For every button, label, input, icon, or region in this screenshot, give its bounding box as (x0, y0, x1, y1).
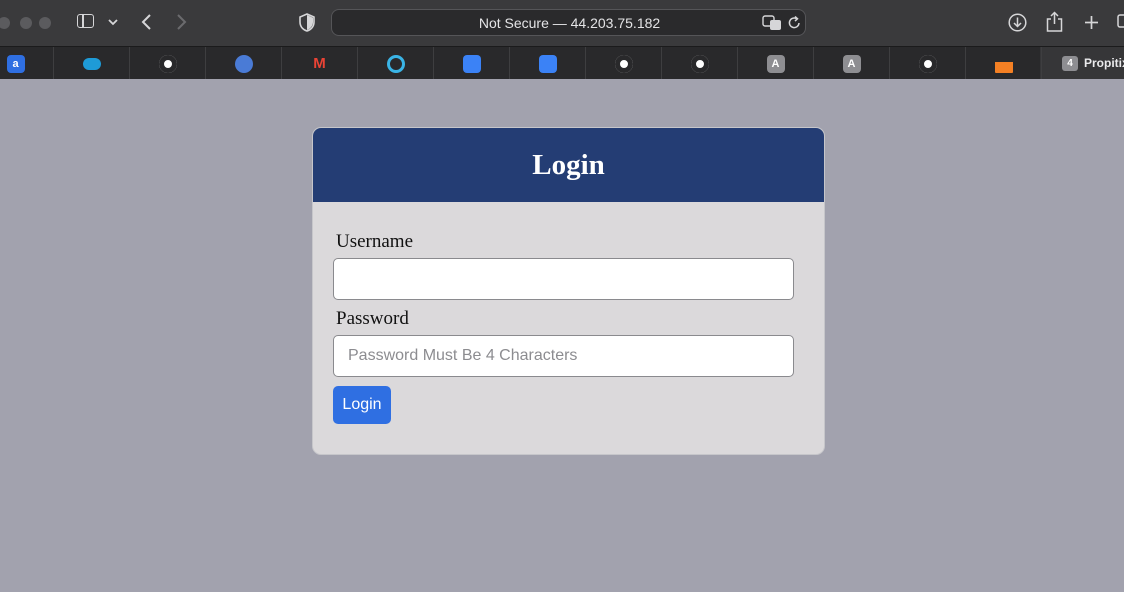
circle-icon (386, 55, 405, 73)
shield-icon[interactable] (299, 13, 315, 32)
tab-count-badge: 4 (1062, 56, 1078, 71)
close-window-button[interactable] (0, 17, 10, 29)
username-input[interactable] (333, 258, 794, 300)
password-label: Password (336, 308, 409, 329)
tab-overview-icon[interactable] (1117, 13, 1124, 29)
address-text: Not Secure — 44.203.75.182 (478, 15, 661, 31)
app-icon (538, 55, 557, 73)
tab-7[interactable] (434, 47, 510, 79)
tab-6[interactable] (358, 47, 434, 79)
tab-3[interactable] (130, 47, 206, 79)
translate-icon[interactable] (762, 15, 782, 31)
tab-2[interactable] (54, 47, 130, 79)
amazon-a-icon: a (6, 55, 25, 73)
tab-9[interactable] (586, 47, 662, 79)
github-icon (690, 55, 709, 73)
share-icon[interactable] (1046, 11, 1063, 32)
tab-bar: 4 Propitix. a M A A (0, 46, 1124, 79)
github-icon (158, 55, 177, 73)
back-icon[interactable] (140, 13, 152, 31)
github-icon (614, 55, 633, 73)
username-label: Username (336, 231, 414, 252)
tab-8[interactable] (510, 47, 586, 79)
login-button[interactable]: Login (333, 386, 391, 424)
tab-4[interactable] (206, 47, 282, 79)
tab-5[interactable]: M (282, 47, 358, 79)
login-card: Login Username Password Login (312, 127, 825, 455)
downloads-icon[interactable] (1008, 13, 1027, 32)
minimize-window-button[interactable] (20, 17, 32, 29)
address-bar[interactable]: Not Secure — 44.203.75.182 (331, 9, 806, 36)
login-card-header: Login (313, 128, 824, 202)
reload-icon[interactable] (788, 16, 801, 30)
tab-14[interactable] (966, 47, 1042, 79)
tab-1[interactable]: a (0, 47, 54, 79)
tab-title: Propitix. (1084, 56, 1124, 70)
browser-toolbar: Not Secure — 44.203.75.182 (0, 0, 1124, 46)
tab-propitix[interactable]: 4 Propitix. (1040, 47, 1124, 79)
gmail-icon: M (313, 55, 326, 72)
tab-12[interactable]: A (814, 47, 890, 79)
zoom-window-button[interactable] (39, 17, 51, 29)
page-title: Login (532, 149, 605, 181)
salesforce-cloud-icon (82, 58, 101, 70)
sidebar-toggle-icon[interactable] (77, 14, 94, 28)
github-icon (918, 55, 937, 73)
chevron-down-icon[interactable] (108, 18, 118, 26)
forward-icon[interactable] (176, 13, 188, 31)
password-input[interactable] (333, 335, 794, 377)
new-tab-icon[interactable] (1084, 15, 1099, 30)
stackoverflow-icon (994, 55, 1013, 73)
app-icon (462, 55, 481, 73)
letter-a-icon: A (766, 55, 785, 73)
tab-13[interactable] (890, 47, 966, 79)
tab-11[interactable]: A (738, 47, 814, 79)
tab-10[interactable] (662, 47, 738, 79)
globe-icon (234, 55, 253, 73)
letter-a-icon: A (842, 55, 861, 73)
